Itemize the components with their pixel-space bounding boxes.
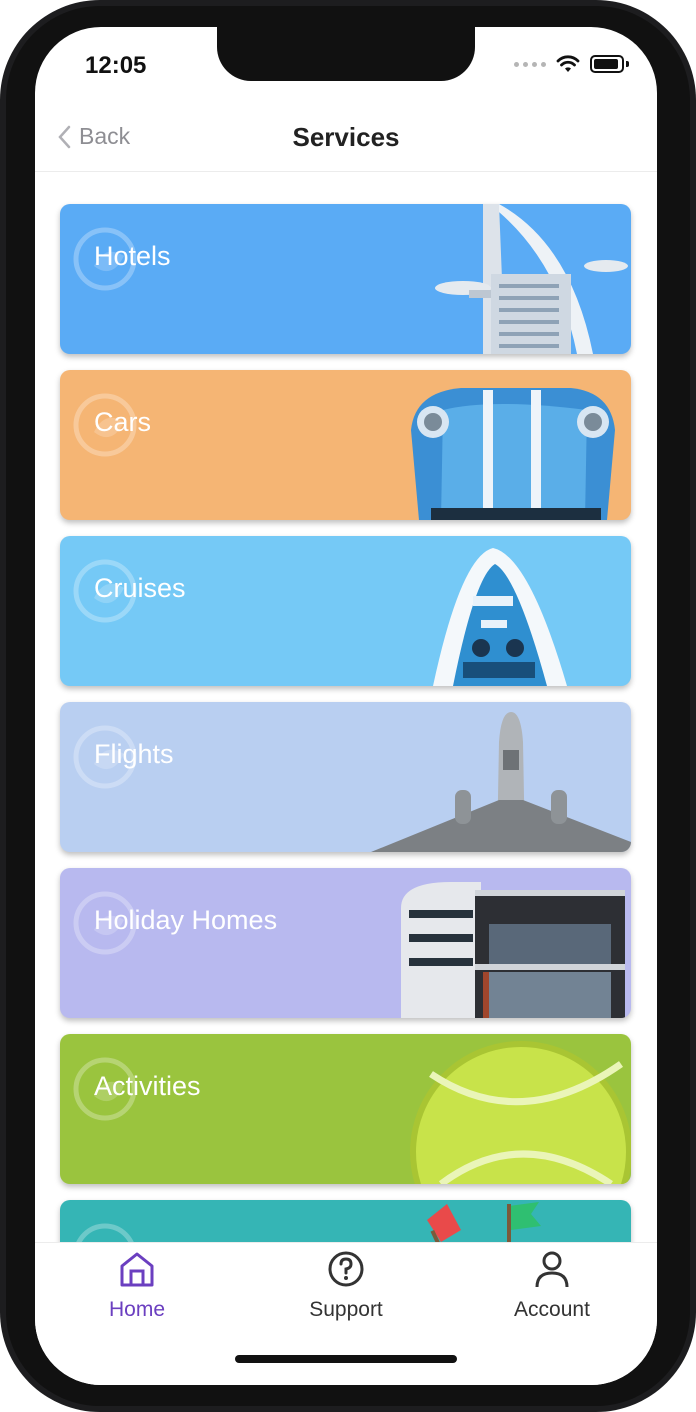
hotel-tower-image xyxy=(435,204,628,354)
tab-bar: Home Support Account xyxy=(35,1242,657,1385)
service-card-cruises[interactable]: Cruises xyxy=(60,536,631,686)
question-circle-icon xyxy=(328,1251,364,1287)
status-icons xyxy=(514,55,629,73)
page-title: Services xyxy=(292,122,400,152)
service-card-hotels[interactable]: Hotels xyxy=(60,204,631,354)
service-card-flights[interactable]: Flights xyxy=(60,702,631,852)
flags-image xyxy=(427,1202,541,1242)
service-label: Flights xyxy=(94,739,174,769)
service-label: Hotels xyxy=(94,241,171,271)
wifi-icon xyxy=(556,55,580,72)
service-label: Cruises xyxy=(94,573,186,603)
service-card-holiday-homes[interactable]: Holiday Homes xyxy=(60,868,631,1018)
service-card-cars[interactable]: Cars xyxy=(60,370,631,520)
notch xyxy=(217,27,475,81)
tennis-ball-image xyxy=(410,1041,631,1184)
tab-account[interactable]: Account xyxy=(467,1249,637,1322)
house-image xyxy=(401,882,625,1018)
car-image xyxy=(411,388,615,520)
tab-support[interactable]: Support xyxy=(261,1249,431,1322)
tab-account-label: Account xyxy=(514,1298,590,1321)
tab-home[interactable]: Home xyxy=(52,1249,222,1322)
cruise-ship-image xyxy=(433,548,567,686)
battery-icon xyxy=(590,55,624,73)
home-indicator xyxy=(235,1355,457,1363)
status-time: 12:05 xyxy=(85,52,147,79)
phone-screen: 12:05 Back Services Hotels Cars Cruises … xyxy=(35,27,657,1385)
user-icon xyxy=(535,1251,569,1288)
tab-support-label: Support xyxy=(309,1298,383,1321)
tab-home-label: Home xyxy=(108,1298,166,1321)
airplane-image xyxy=(371,712,631,852)
signal-icon xyxy=(514,61,546,67)
services-list[interactable]: Hotels Cars Cruises Flights Holiday Home… xyxy=(35,172,657,1242)
service-label: Activities xyxy=(94,1071,201,1101)
service-label: Cars xyxy=(94,407,152,437)
service-label: Holiday Homes xyxy=(94,905,278,935)
navigation-bar: Back Services xyxy=(35,105,657,172)
battery-tip xyxy=(626,61,629,67)
service-card-activities[interactable]: Activities xyxy=(60,1034,631,1184)
home-icon xyxy=(120,1252,154,1287)
logo-watermark-icon xyxy=(76,1223,134,1242)
service-card-partial[interactable] xyxy=(60,1200,631,1242)
